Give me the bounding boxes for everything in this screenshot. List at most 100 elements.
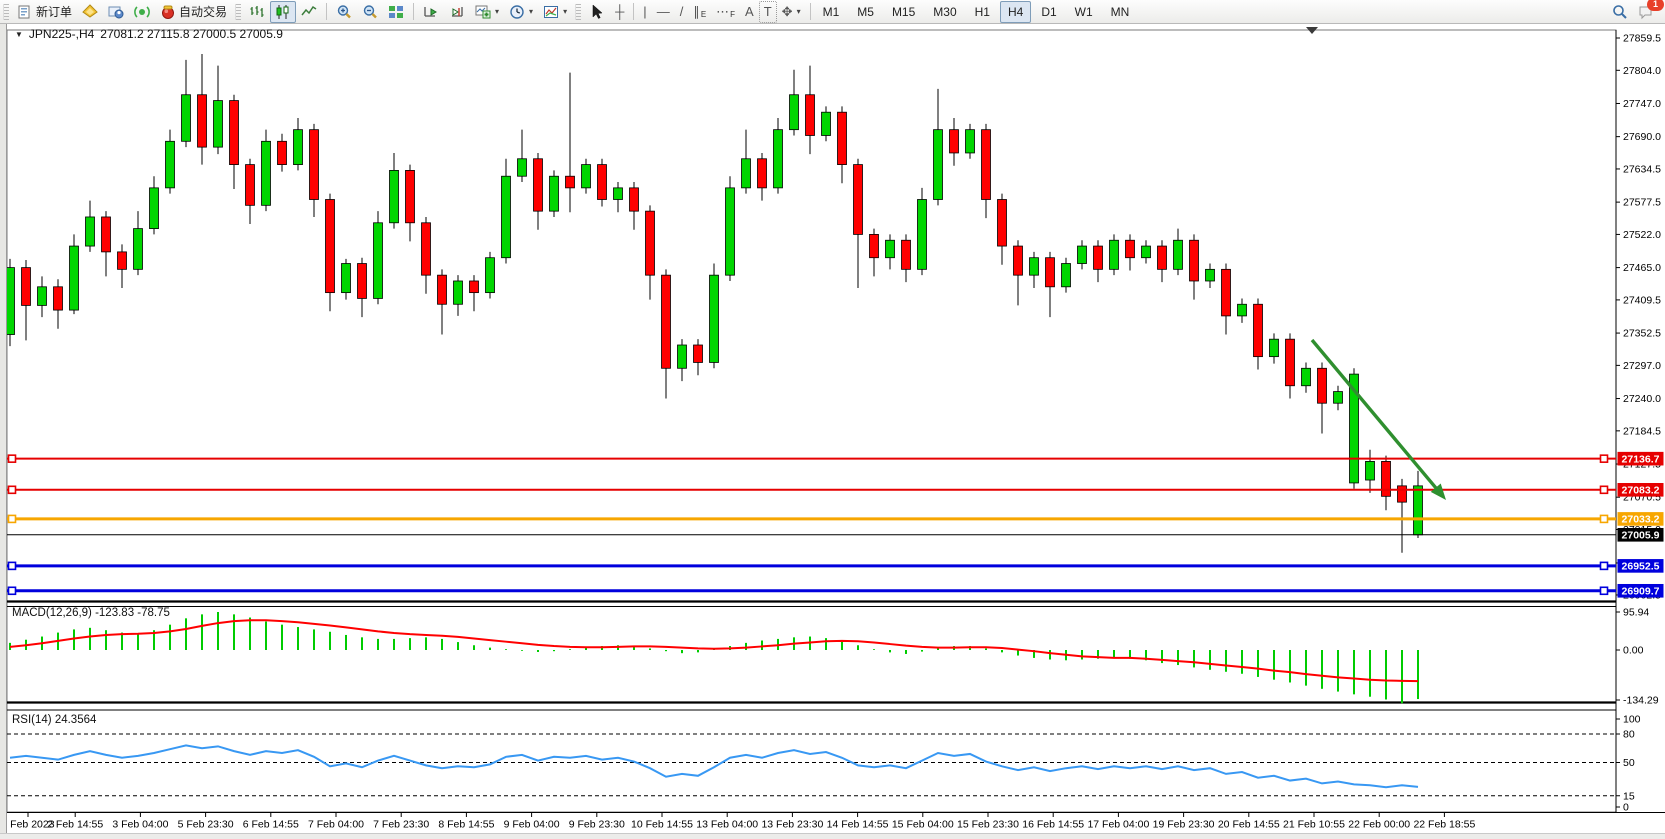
timeframe-button-H4[interactable]: H4 bbox=[1000, 1, 1031, 23]
symbol-dropdown-icon[interactable]: ▼ bbox=[15, 30, 23, 39]
candle-body bbox=[758, 159, 767, 188]
candle-body bbox=[886, 240, 895, 257]
candle-body bbox=[806, 95, 815, 136]
candle-body bbox=[1110, 240, 1119, 269]
price-tick-label: 27634.5 bbox=[1623, 163, 1661, 175]
zoom-out-icon bbox=[362, 4, 378, 20]
strategy-tester-button[interactable] bbox=[129, 1, 155, 23]
trendline-icon: / bbox=[680, 5, 684, 18]
text-tool-button[interactable]: A bbox=[740, 1, 759, 23]
trendline-tool-button[interactable]: / bbox=[675, 1, 689, 23]
candle-body bbox=[710, 275, 719, 362]
auto-trading-button[interactable]: 自动交易 bbox=[155, 1, 232, 23]
timeframe-button-W1[interactable]: W1 bbox=[1067, 1, 1101, 23]
candle-body bbox=[390, 170, 399, 222]
crosshair-tool-button[interactable]: ┼ bbox=[610, 1, 629, 23]
search-button[interactable] bbox=[1607, 1, 1633, 23]
chart-title: ▼ JPN225-,H4 27081.2 27115.8 27000.5 270… bbox=[15, 27, 283, 41]
price-tick-label: 27522.0 bbox=[1623, 229, 1661, 241]
status-strip bbox=[0, 833, 1665, 839]
timeframe-button-M15[interactable]: M15 bbox=[884, 1, 923, 23]
candle-body bbox=[1382, 461, 1391, 496]
market-watch-icon bbox=[82, 4, 98, 20]
new-order-button[interactable]: 新订单 bbox=[12, 1, 77, 23]
time-tick-label: 13 Feb 04:00 bbox=[696, 819, 758, 831]
candle-body bbox=[566, 176, 575, 188]
equidistant-channel-tool-button[interactable]: ∥ E bbox=[688, 1, 711, 23]
data-window-button[interactable] bbox=[103, 1, 129, 23]
timeframe-button-M1[interactable]: M1 bbox=[815, 1, 848, 23]
auto-scroll-button[interactable] bbox=[418, 1, 444, 23]
fibonacci-tool-button[interactable]: ⋯ F bbox=[711, 1, 740, 23]
svg-text:27033.2: 27033.2 bbox=[1622, 514, 1660, 526]
timeframe-button-M5[interactable]: M5 bbox=[849, 1, 882, 23]
candle-body bbox=[662, 275, 671, 368]
candle-body bbox=[22, 268, 31, 306]
timeframe-button-D1[interactable]: D1 bbox=[1033, 1, 1064, 23]
period-clock-button[interactable]: ▾ bbox=[504, 1, 538, 23]
candle-body bbox=[470, 281, 479, 293]
candle-body bbox=[726, 188, 735, 275]
toolbar-grip[interactable] bbox=[575, 4, 581, 20]
bar-chart-type-button[interactable] bbox=[244, 1, 270, 23]
candle-body bbox=[246, 165, 255, 206]
candle-body bbox=[1286, 339, 1295, 386]
horizontal-line-tool-button[interactable]: — bbox=[652, 1, 675, 23]
timeframe-button-H1[interactable]: H1 bbox=[967, 1, 998, 23]
candle-body bbox=[86, 217, 95, 246]
cursor-tool-button[interactable] bbox=[584, 1, 610, 23]
price-tag-26909.7: 26909.7 bbox=[1618, 584, 1664, 598]
vertical-line-tool-button[interactable]: | bbox=[638, 1, 651, 23]
candle-body bbox=[630, 188, 639, 211]
rsi-axis-label: 50 bbox=[1623, 757, 1635, 769]
text-label-tool-button[interactable]: T bbox=[759, 1, 777, 23]
svg-text:27005.9: 27005.9 bbox=[1622, 530, 1660, 542]
candle-body bbox=[1062, 264, 1071, 287]
price-tick-label: 27690.0 bbox=[1623, 131, 1661, 143]
price-tick-label: 27240.0 bbox=[1623, 393, 1661, 405]
price-tick-label: 27465.0 bbox=[1623, 262, 1661, 274]
candle-body bbox=[1302, 368, 1311, 385]
line-chart-type-button[interactable] bbox=[296, 1, 322, 23]
chart-symbol-period: JPN225-,H4 bbox=[29, 27, 94, 41]
zoom-in-button[interactable] bbox=[331, 1, 357, 23]
time-tick-label: 22 Feb 18:55 bbox=[1413, 819, 1475, 831]
candle-body bbox=[934, 130, 943, 200]
candle-body bbox=[454, 281, 463, 304]
vertical-line-icon: | bbox=[643, 5, 646, 18]
cursor-icon bbox=[589, 4, 605, 20]
channel-icon: ∥ bbox=[693, 5, 700, 18]
tile-windows-icon bbox=[388, 4, 404, 20]
candle-body bbox=[1206, 269, 1215, 281]
candle-body bbox=[1094, 246, 1103, 269]
notifications-button[interactable]: 1 bbox=[1633, 1, 1659, 23]
candle-body bbox=[1142, 246, 1151, 258]
rsi-axis-label: 0 bbox=[1623, 802, 1629, 814]
text-tool-icon: A bbox=[745, 5, 754, 18]
templates-button[interactable]: ▾ bbox=[538, 1, 572, 23]
candlestick-chart-type-button[interactable] bbox=[270, 1, 296, 23]
rsi-indicator-label: RSI(14) 24.3564 bbox=[12, 714, 96, 726]
new-chart-button[interactable]: ▾ bbox=[470, 1, 504, 23]
toolbar-grip[interactable] bbox=[235, 4, 241, 20]
candle-body bbox=[598, 165, 607, 200]
timeframe-button-MN[interactable]: MN bbox=[1103, 1, 1138, 23]
arrows-tool-button[interactable]: ✥ ▾ bbox=[777, 1, 806, 23]
candle-body bbox=[1046, 258, 1055, 287]
candle-body bbox=[1158, 246, 1167, 269]
candle-body bbox=[1398, 486, 1407, 502]
tile-windows-button[interactable] bbox=[383, 1, 409, 23]
toolbar-grip[interactable] bbox=[3, 4, 9, 20]
svg-text:27136.7: 27136.7 bbox=[1622, 453, 1660, 465]
chart-shift-button[interactable] bbox=[444, 1, 470, 23]
zoom-out-button[interactable] bbox=[357, 1, 383, 23]
search-icon bbox=[1612, 4, 1628, 20]
market-watch-button[interactable] bbox=[77, 1, 103, 23]
line-handle bbox=[1601, 515, 1608, 522]
price-tag-27136.7: 27136.7 bbox=[1618, 452, 1664, 466]
price-tick-label: 27352.5 bbox=[1623, 328, 1661, 340]
price-tag-26952.5: 26952.5 bbox=[1618, 559, 1664, 573]
line-handle bbox=[1601, 562, 1608, 569]
timeframe-button-M30[interactable]: M30 bbox=[925, 1, 964, 23]
candle-body bbox=[1126, 240, 1135, 257]
